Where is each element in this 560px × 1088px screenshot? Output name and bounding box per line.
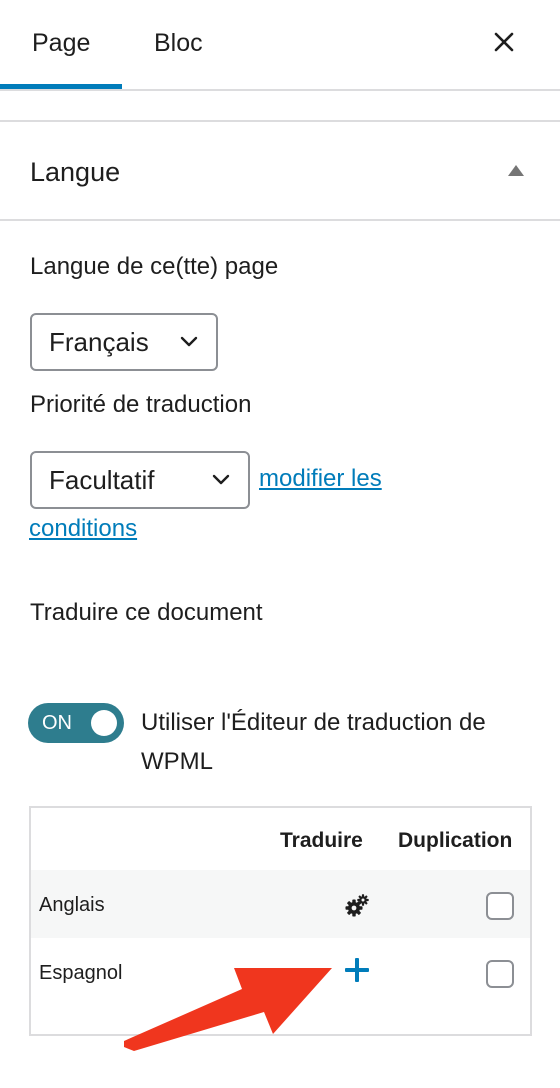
wpml-editor-toggle[interactable]: ON [28, 703, 124, 743]
duplicate-checkbox-english[interactable] [486, 892, 514, 920]
chevron-down-icon [212, 474, 230, 485]
language-label: Langue de ce(tte) page [30, 253, 279, 280]
toggle-description: Utiliser l'Éditeur de traduction de WPML [141, 709, 486, 775]
tab-bloc[interactable]: Bloc [154, 20, 203, 66]
modify-conditions-link-continued[interactable]: conditions [29, 512, 137, 546]
priority-select-value: Facultatif [49, 465, 155, 495]
section-divider [0, 120, 560, 122]
priority-select[interactable]: Facultatif [30, 451, 250, 509]
translate-document-label: Traduire ce document [30, 599, 263, 626]
row-language-english: Anglais [39, 894, 105, 916]
toggle-state-label: ON [42, 712, 72, 734]
close-button[interactable] [484, 22, 524, 62]
panel-title[interactable]: Langue [30, 152, 120, 192]
tab-page[interactable]: Page [32, 20, 90, 66]
toggle-knob [91, 710, 117, 736]
close-icon [494, 32, 514, 52]
language-select-value: Français [49, 327, 149, 357]
language-select[interactable]: Français [30, 313, 218, 371]
column-header-translate: Traduire [280, 829, 363, 852]
plus-icon[interactable] [343, 956, 371, 989]
column-header-duplication: Duplication [398, 829, 513, 852]
tabs-divider [0, 89, 560, 91]
collapse-caret-icon[interactable] [508, 165, 524, 176]
row-language-spanish: Espagnol [39, 962, 123, 984]
priority-label: Priorité de traduction [30, 391, 252, 418]
chevron-down-icon [180, 336, 198, 347]
panel-header-divider [0, 219, 560, 221]
translations-table: Traduire Duplication Anglais Espagnol [29, 806, 532, 1036]
table-row-alt-bg [31, 870, 530, 938]
duplicate-checkbox-spanish[interactable] [486, 960, 514, 988]
modify-conditions-link[interactable]: modifier les [259, 462, 382, 496]
gears-icon[interactable] [343, 892, 371, 925]
